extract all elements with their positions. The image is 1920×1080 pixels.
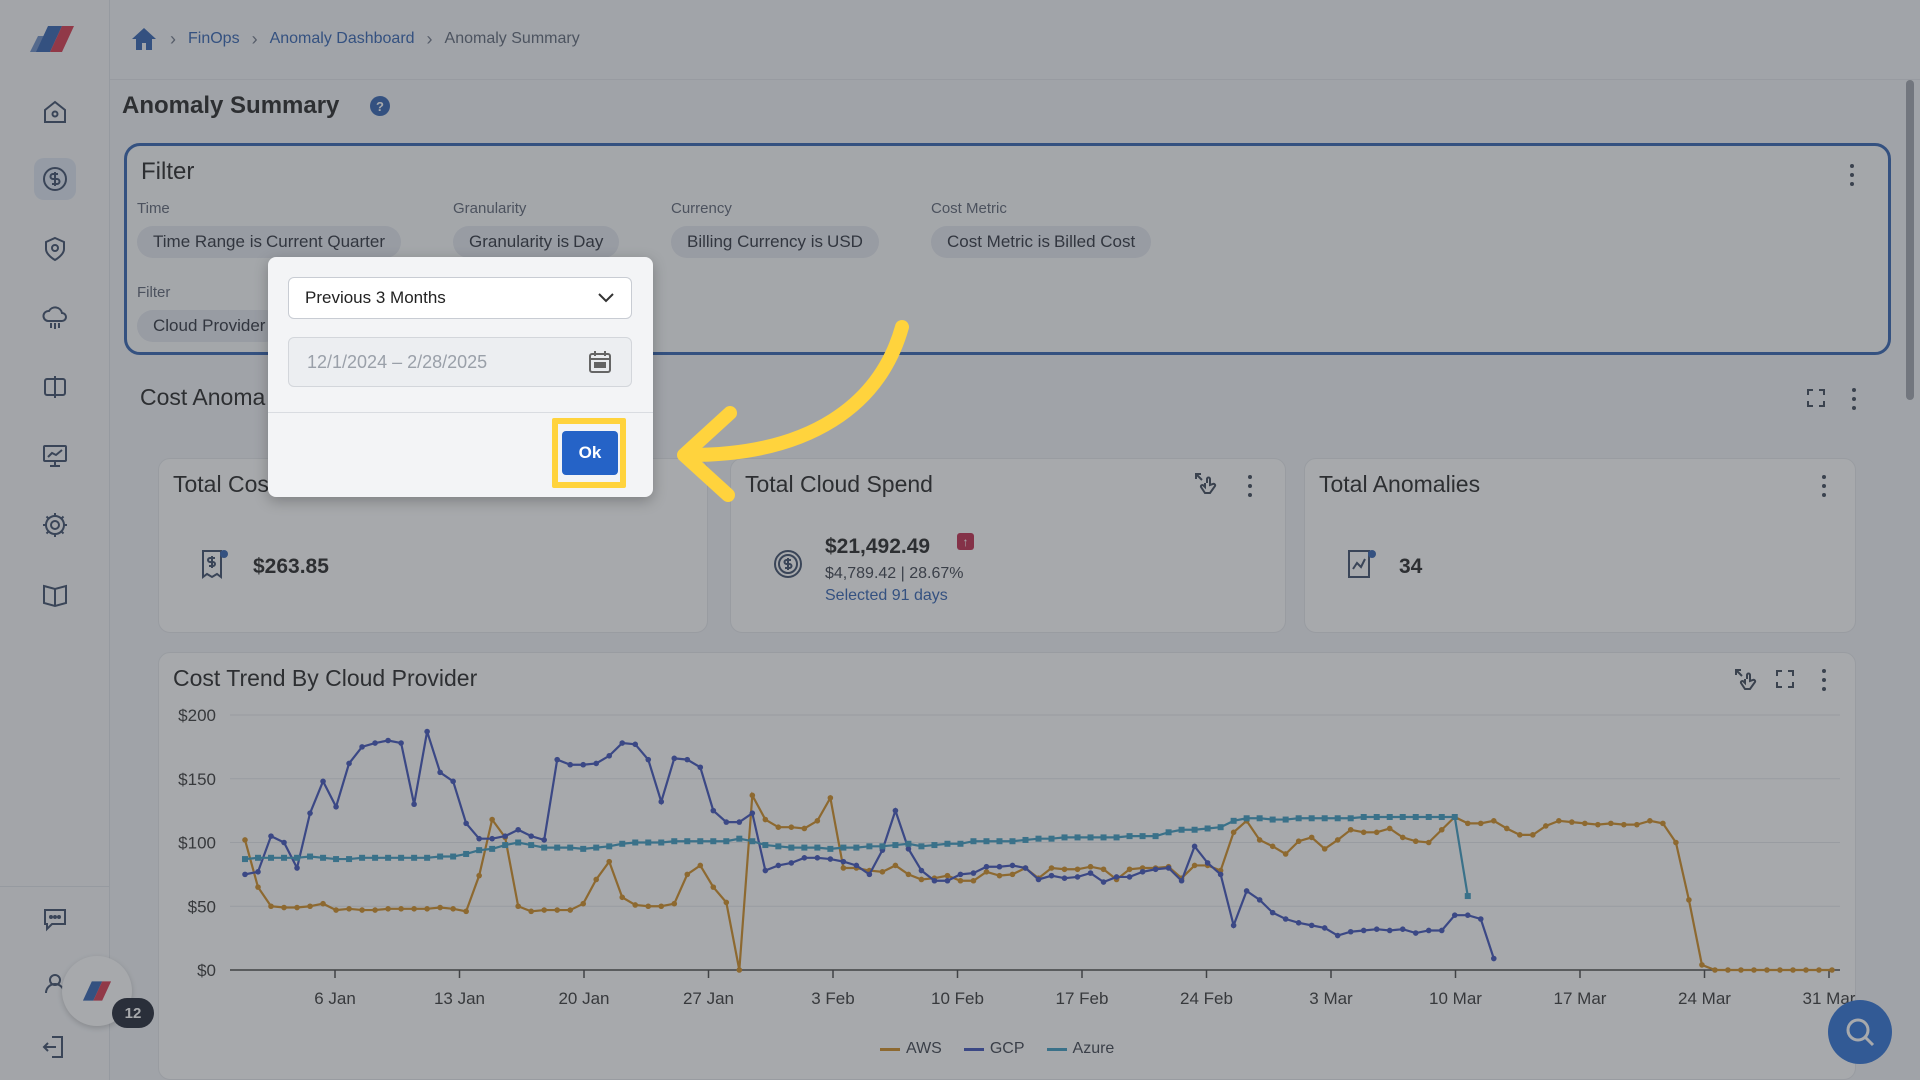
ok-button-highlight: [552, 418, 626, 488]
time-range-selected: Previous 3 Months: [305, 288, 446, 307]
date-range-value: 12/1/2024 – 2/28/2025: [307, 351, 488, 372]
popover-divider: [268, 412, 653, 413]
chevron-down-icon: [598, 293, 614, 303]
pointer-arrow: [677, 320, 909, 502]
calendar-icon[interactable]: [587, 349, 613, 375]
date-range-input[interactable]: 12/1/2024 – 2/28/2025: [288, 337, 632, 387]
modal-overlay: [0, 0, 1920, 1080]
time-range-select[interactable]: Previous 3 Months: [288, 277, 632, 319]
